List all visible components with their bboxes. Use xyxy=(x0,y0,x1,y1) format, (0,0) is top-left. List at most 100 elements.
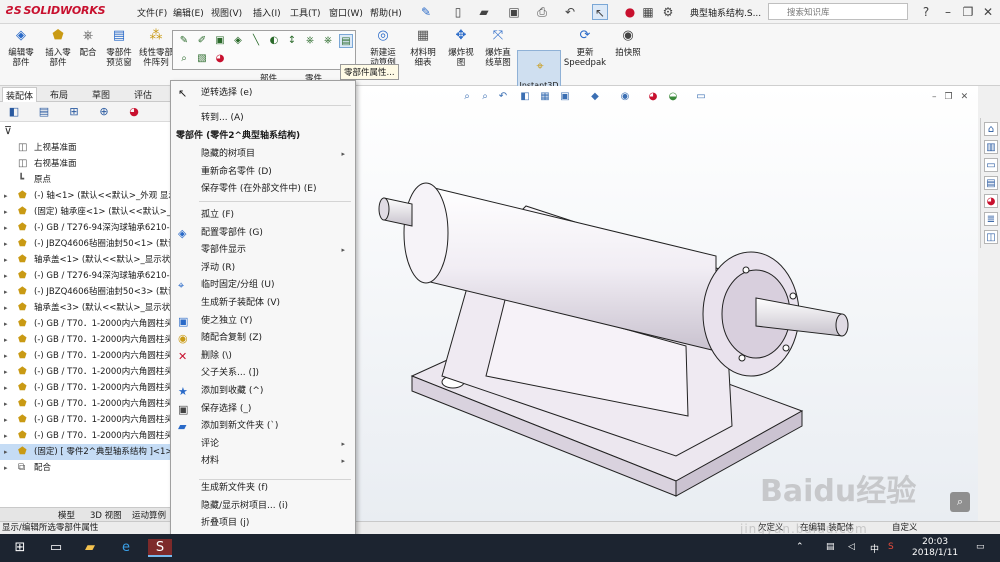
rebuild-component-icon[interactable]: ◐ xyxy=(267,34,281,48)
file-explorer-taskbar-icon[interactable]: ▰ xyxy=(80,539,100,557)
menu-item[interactable]: 保存零件 (在外部文件中) (E) xyxy=(171,181,355,198)
menu-item-invert-selection[interactable]: ↖ 逆转选择 (e) xyxy=(171,85,355,102)
custom-properties-icon[interactable]: ≣ xyxy=(984,212,998,226)
solidworks-logo[interactable]: ƧS SOLIDWORKS xyxy=(6,4,106,17)
menu-view[interactable]: 视图(V) xyxy=(211,6,242,19)
open-folder-icon[interactable]: ▰ xyxy=(476,4,492,20)
hide-component-icon[interactable]: ╲ xyxy=(249,34,263,48)
tab-3d-view[interactable]: 3D 视图 xyxy=(90,509,122,521)
tray-people-icon[interactable]: ⌃ xyxy=(796,542,804,552)
input-method-icon[interactable]: S xyxy=(888,542,894,552)
menu-item[interactable]: 零部件显示 ▸ xyxy=(171,242,355,259)
expand-arrow-icon[interactable]: ▸ xyxy=(4,204,8,220)
tab-layout[interactable]: 布局 xyxy=(50,88,68,101)
menu-item[interactable]: ✕ 删除 (\) xyxy=(171,348,355,365)
menu-item[interactable]: 生成新文件夹 (f) xyxy=(171,480,355,497)
options-gear-icon[interactable]: ⚙ xyxy=(660,4,676,20)
forum-icon[interactable]: ◫ xyxy=(984,230,998,244)
solidworks-taskbar-icon[interactable]: S xyxy=(148,539,172,557)
menu-item[interactable]: ◉ 随配合复制 (Z) xyxy=(171,330,355,347)
design-library-icon[interactable]: ▥ xyxy=(984,140,998,154)
edit-component-button[interactable]: ◈ 编辑零 部件 xyxy=(4,26,38,68)
expand-arrow-icon[interactable]: ▸ xyxy=(4,332,8,348)
traffic-light-icon[interactable]: ● xyxy=(622,4,638,20)
change-transparency-icon[interactable]: ◈ xyxy=(231,34,245,48)
hide-show-icon[interactable]: ◉ xyxy=(618,90,632,104)
menu-item[interactable]: ◈ 配置零部件 (G) xyxy=(171,225,355,242)
menu-item[interactable]: 生成新子装配体 (V) xyxy=(171,295,355,312)
zoom-area-icon[interactable]: ⌕ xyxy=(478,90,492,104)
appearance-icon[interactable]: ◕ xyxy=(646,90,660,104)
view-orientation-icon[interactable]: ▣ xyxy=(558,90,572,104)
pin-icon[interactable]: ✎ xyxy=(418,4,434,20)
section-view-icon[interactable]: ◧ xyxy=(518,90,532,104)
expand-arrow-icon[interactable]: ▸ xyxy=(4,300,8,316)
bom-button[interactable]: ▦ 材料明 细表 xyxy=(405,26,441,68)
tree-item[interactable]: ▸ ⬟ (-) GB / T70．1-2000内六角圆柱头 xyxy=(0,316,172,332)
take-snapshot-button[interactable]: ◉ 拍快照 xyxy=(610,26,646,58)
tab-evaluate[interactable]: 评估 xyxy=(134,88,152,101)
menu-window[interactable]: 窗口(W) xyxy=(329,6,363,19)
view-mates-icon[interactable]: ⎈ xyxy=(303,34,317,48)
view-palette-icon[interactable]: ▤ xyxy=(984,176,998,190)
exploded-view-button[interactable]: ✥ 爆炸视 图 xyxy=(444,26,478,68)
expand-arrow-icon[interactable]: ▸ xyxy=(4,380,8,396)
menu-item-goto[interactable]: 转到... (A) xyxy=(171,110,355,127)
expand-arrow-icon[interactable]: ▸ xyxy=(4,364,8,380)
internet-explorer-icon[interactable]: e xyxy=(116,539,136,557)
task-view-icon[interactable]: ▭ xyxy=(46,539,66,557)
expand-arrow-icon[interactable]: ▸ xyxy=(4,348,8,364)
tree-item[interactable]: ▸ ⬟ (-) GB / T70．1-2000内六角圆柱头 xyxy=(0,380,172,396)
expand-arrow-icon[interactable]: ▸ xyxy=(4,284,8,300)
menu-item[interactable]: 隐藏的树项目 ▸ xyxy=(171,146,355,163)
dimxpert-icon[interactable]: ⊕ xyxy=(96,104,112,120)
tree-item[interactable]: ▸ ⬟ (-) 轴<1> (默认<<默认>_外观 显示 xyxy=(0,188,172,204)
windows-start-icon[interactable]: ⊞ xyxy=(10,539,30,557)
display-style-icon[interactable]: ◆ xyxy=(588,90,602,104)
component-preview-button[interactable]: ▤ 零部件 预览窗 xyxy=(102,26,136,68)
tree-item[interactable]: ▸ ⬟ (-) GB / T70．1-2000内六角圆柱头 xyxy=(0,348,172,364)
menu-item[interactable]: 评论 ▸ xyxy=(171,436,355,453)
print-icon[interactable]: ⎙ xyxy=(534,4,550,20)
system-clock[interactable]: 20:03 2018/1/11 xyxy=(912,537,958,559)
previous-view-icon[interactable]: ↶ xyxy=(496,90,510,104)
menu-file[interactable]: 文件(F) xyxy=(137,6,167,19)
search-input[interactable]: 搜索知识库 xyxy=(768,3,908,20)
expand-arrow-icon[interactable]: ▸ xyxy=(4,316,8,332)
tree-item[interactable]: ▸ ⬟ 轴承盖<3> (默认<<默认>_显示状 xyxy=(0,300,172,316)
explode-line-sketch-button[interactable]: ⤧ 爆炸直 线草图 xyxy=(481,26,515,68)
tree-item[interactable]: ▸ ⬟ (固定) [ 零件2^典型轴系结构 ]<1> xyxy=(0,444,172,460)
graphics-area[interactable] xyxy=(356,86,978,521)
home-icon[interactable]: ⌂ xyxy=(984,122,998,136)
tree-item[interactable]: ▸ ⬟ (-) JBZQ4606毡圈油封50<3> (默认 xyxy=(0,284,172,300)
menu-tools[interactable]: 工具(T) xyxy=(290,6,321,19)
network-icon[interactable]: ▤ xyxy=(826,542,835,552)
ime-indicator[interactable]: 中 xyxy=(870,542,879,555)
mate-reference-icon[interactable]: ↕ xyxy=(285,34,299,48)
menu-edit[interactable]: 编辑(E) xyxy=(173,6,204,19)
restore-icon[interactable]: ❐ xyxy=(960,4,976,20)
expand-arrow-icon[interactable]: ▸ xyxy=(4,412,8,428)
menu-item[interactable]: 隐藏/显示树项目... (i) xyxy=(171,498,355,515)
property-manager-icon[interactable]: ▤ xyxy=(36,104,52,120)
menu-item[interactable]: 孤立 (F) xyxy=(171,207,355,224)
zoom-to-selection-icon[interactable]: ⌕ xyxy=(177,52,191,66)
tree-item[interactable]: ◫ 右视基准面 xyxy=(0,156,172,172)
menu-item[interactable]: 重新命名零件 (D) xyxy=(171,164,355,181)
expand-arrow-icon[interactable]: ▸ xyxy=(4,428,8,444)
tree-item[interactable]: ▸ ⬟ (-) GB / T70．1-2000内六角圆柱头 xyxy=(0,332,172,348)
comment-icon[interactable]: ▧ xyxy=(195,52,209,66)
menu-insert[interactable]: 插入(I) xyxy=(253,6,281,19)
tree-item[interactable]: ▸ ⬟ (-) GB / T70．1-2000内六角圆柱头 xyxy=(0,428,172,444)
menu-item[interactable]: 材料 ▸ xyxy=(171,453,355,470)
tree-item[interactable]: ▸ ⬟ (-) GB / T276-94深沟球轴承6210- xyxy=(0,268,172,284)
help-icon[interactable]: ? xyxy=(918,4,934,20)
menu-item[interactable]: ▰ 添加到新文件夹 (`) xyxy=(171,418,355,435)
tree-item[interactable]: ▸ ⬟ (-) GB / T70．1-2000内六角圆柱头 xyxy=(0,412,172,428)
expand-arrow-icon[interactable]: ▸ xyxy=(4,220,8,236)
menu-item[interactable]: 折叠项目 (j) xyxy=(171,515,355,532)
tree-item[interactable]: ▸ ⬟ (固定) 轴承座<1> (默认<<默认>_外 xyxy=(0,204,172,220)
edit-assembly-icon[interactable]: ✐ xyxy=(195,34,209,48)
appearances-icon[interactable]: ◕ xyxy=(984,194,998,208)
configuration-manager-icon[interactable]: ⊞ xyxy=(66,104,82,120)
